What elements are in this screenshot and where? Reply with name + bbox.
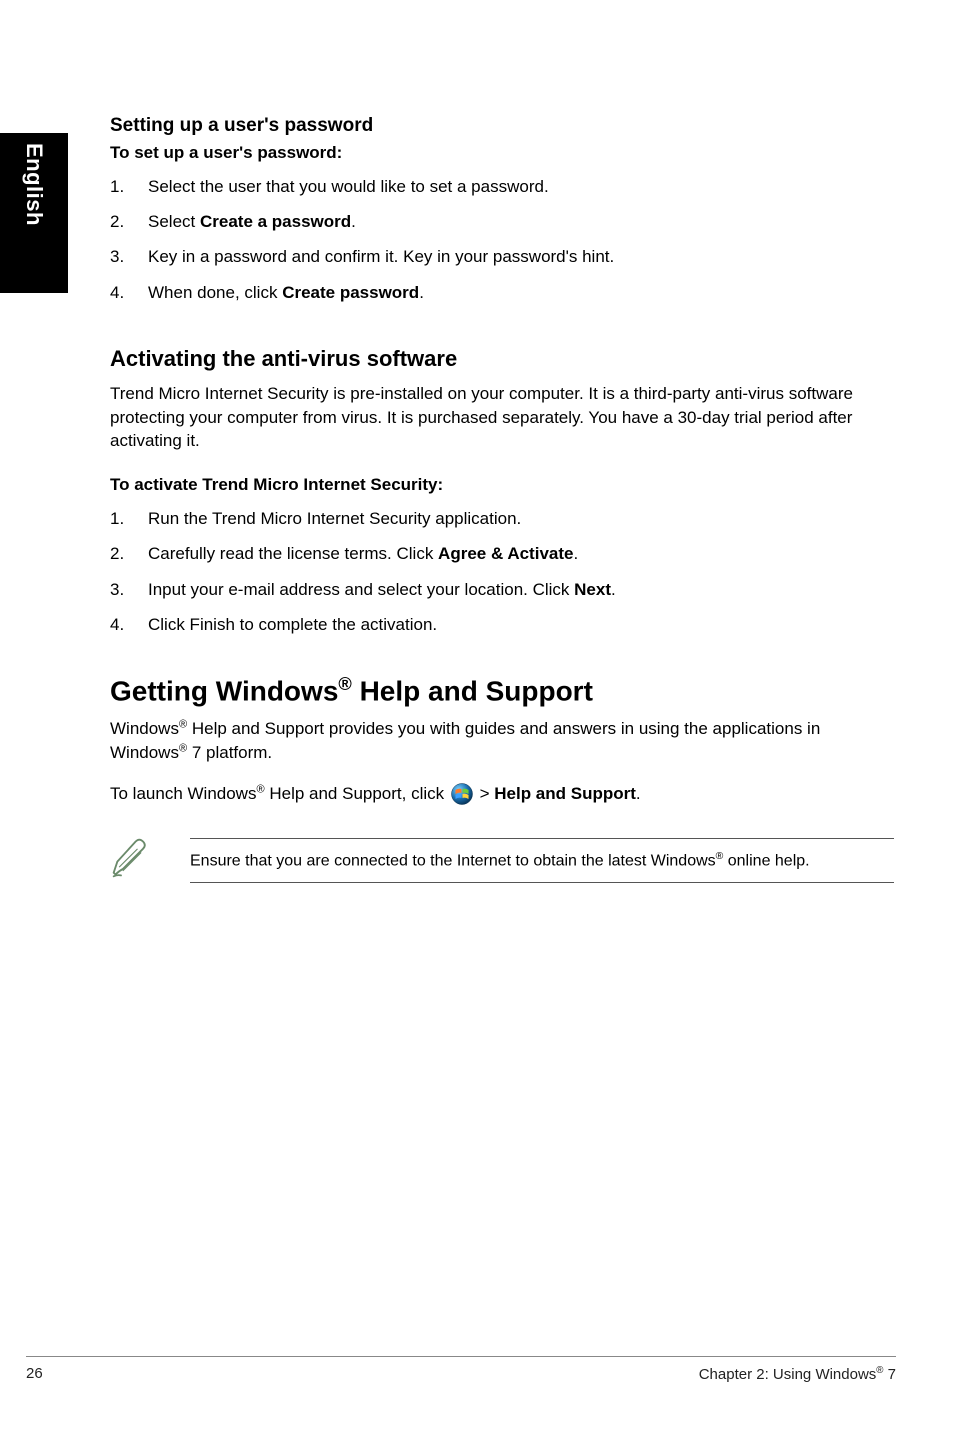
registered-mark: ® — [338, 674, 351, 694]
text-frag: Input your e-mail address and select you… — [148, 580, 574, 599]
text-frag: When done, click — [148, 283, 282, 302]
section1-subheading: To set up a user's password: — [110, 143, 894, 163]
list-text: Click Finish to complete the activation. — [148, 611, 894, 638]
section2-para: Trend Micro Internet Security is pre-ins… — [110, 382, 894, 453]
text-frag: > — [475, 784, 494, 803]
text-bold: Agree & Activate — [438, 544, 573, 563]
text-frag: Getting Windows — [110, 675, 338, 706]
text-frag: online help. — [723, 852, 809, 869]
list-text: Select the user that you would like to s… — [148, 173, 894, 200]
windows-start-orb-icon — [451, 783, 473, 805]
text-frag: . — [636, 784, 641, 803]
section2-list: 1. Run the Trend Micro Internet Security… — [110, 505, 894, 638]
text-bold: Next — [574, 580, 611, 599]
text-frag: Help and Support, click — [265, 784, 449, 803]
list-item: 3. Input your e-mail address and select … — [110, 576, 894, 603]
list-text: Input your e-mail address and select you… — [148, 576, 894, 603]
text-frag: Select — [148, 212, 200, 231]
note-text: Ensure that you are connected to the Int… — [190, 838, 894, 883]
text-frag: Carefully read the license terms. Click — [148, 544, 438, 563]
list-item: 1. Run the Trend Micro Internet Security… — [110, 505, 894, 532]
list-text: Key in a password and confirm it. Key in… — [148, 243, 894, 270]
list-item: 2. Carefully read the license terms. Cli… — [110, 540, 894, 567]
registered-mark: ® — [256, 783, 264, 795]
text-frag: 7 — [883, 1366, 896, 1383]
text-frag: . — [611, 580, 616, 599]
list-num: 1. — [110, 173, 148, 200]
list-num: 4. — [110, 611, 148, 638]
text-frag: To launch Windows — [110, 784, 256, 803]
text-frag: Chapter 2: Using Windows — [699, 1366, 877, 1383]
list-num: 2. — [110, 208, 148, 235]
page-content: Setting up a user's password To set up a… — [110, 115, 894, 885]
document-page: English Setting up a user's password To … — [0, 0, 954, 1438]
text-bold: Help and Support — [494, 784, 636, 803]
section3-para: Windows® Help and Support provides you w… — [110, 717, 894, 765]
language-tab-label: English — [21, 143, 47, 226]
list-num: 3. — [110, 243, 148, 270]
registered-mark: ® — [179, 719, 187, 731]
list-item: 4. Click Finish to complete the activati… — [110, 611, 894, 638]
section3-heading: Getting Windows® Help and Support — [110, 674, 894, 707]
list-item: 3. Key in a password and confirm it. Key… — [110, 243, 894, 270]
list-num: 4. — [110, 279, 148, 306]
list-num: 2. — [110, 540, 148, 567]
text-frag: Ensure that you are connected to the Int… — [190, 852, 716, 869]
registered-mark: ® — [179, 742, 187, 754]
page-number: 26 — [26, 1365, 43, 1383]
section2-heading: Activating the anti-virus software — [110, 346, 894, 372]
section2-subheading: To activate Trend Micro Internet Securit… — [110, 475, 894, 495]
list-text: Carefully read the license terms. Click … — [148, 540, 894, 567]
text-frag: 7 platform. — [187, 743, 272, 762]
text-frag: . — [419, 283, 424, 302]
chapter-label: Chapter 2: Using Windows® 7 — [699, 1365, 896, 1383]
list-item: 2. Select Create a password. — [110, 208, 894, 235]
launch-instruction: To launch Windows® Help and Support, cli… — [110, 781, 894, 807]
list-item: 1. Select the user that you would like t… — [110, 173, 894, 200]
text-bold: Create a password — [200, 212, 351, 231]
note-pen-icon — [110, 836, 160, 885]
text-frag: Windows — [110, 719, 179, 738]
list-num: 1. — [110, 505, 148, 532]
section1-list: 1. Select the user that you would like t… — [110, 173, 894, 306]
note-block: Ensure that you are connected to the Int… — [110, 836, 894, 885]
list-item: 4. When done, click Create password. — [110, 279, 894, 306]
language-tab: English — [0, 133, 68, 293]
text-frag: Help and Support — [352, 675, 593, 706]
list-text: Run the Trend Micro Internet Security ap… — [148, 505, 894, 532]
section1-heading: Setting up a user's password — [110, 115, 894, 137]
list-num: 3. — [110, 576, 148, 603]
text-bold: Create password — [282, 283, 419, 302]
list-text: Select Create a password. — [148, 208, 894, 235]
text-frag: . — [573, 544, 578, 563]
text-frag: . — [351, 212, 356, 231]
list-text: When done, click Create password. — [148, 279, 894, 306]
page-footer: 26 Chapter 2: Using Windows® 7 — [26, 1356, 896, 1383]
